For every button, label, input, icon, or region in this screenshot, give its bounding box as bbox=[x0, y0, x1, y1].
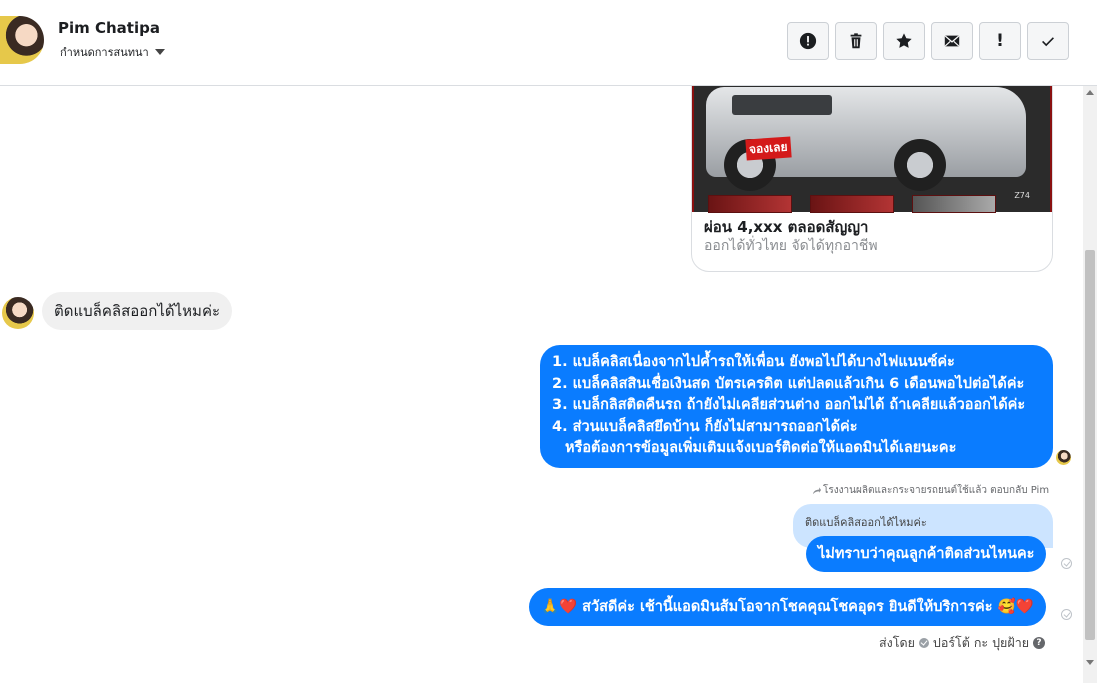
message-line: 4. ส่วนแบล็คลิสยึดบ้าน ก็ยังไม่สามารถออก… bbox=[552, 418, 858, 435]
trash-icon bbox=[850, 33, 862, 49]
scrollbar[interactable] bbox=[1083, 86, 1097, 683]
conversation-settings-label: กำหนดการสนทนา bbox=[60, 46, 149, 59]
reply-arrow-icon bbox=[812, 487, 821, 495]
ad-card-subtitle: ออกได้ทั่วไทย จัดได้ทุกอาชีพ bbox=[704, 238, 878, 254]
sender-avatar[interactable] bbox=[2, 297, 34, 329]
check-icon bbox=[1042, 37, 1054, 47]
conversation-toolbar: ! bbox=[787, 22, 1069, 60]
message-line: 1. แบล็คลิสเนื่องจากไปค้ำรถให้เพื่อน ยัง… bbox=[552, 354, 955, 370]
spam-button[interactable] bbox=[787, 22, 829, 60]
star-button[interactable] bbox=[883, 22, 925, 60]
truck-wheel bbox=[894, 139, 946, 191]
chevron-down-icon bbox=[154, 49, 165, 55]
sent-by-name: ปอร์โต้ กะ ปุยฝ้าย bbox=[932, 635, 1030, 650]
contact-name[interactable]: Pim Chatipa bbox=[58, 19, 160, 37]
delete-button[interactable] bbox=[835, 22, 877, 60]
verified-check-icon bbox=[918, 638, 929, 648]
mail-icon bbox=[944, 35, 960, 47]
conversation-header: Pim Chatipa กำหนดการสนทนา ! bbox=[0, 0, 1097, 86]
sent-check-icon bbox=[1061, 558, 1072, 569]
contact-avatar[interactable] bbox=[0, 16, 44, 64]
scroll-thumb[interactable] bbox=[1085, 250, 1095, 640]
message-line: 2. แบล็คลิสสินเชื่อเงินสด บัตรเครดิต แต่… bbox=[552, 375, 1025, 392]
image-tag: จองเลย bbox=[745, 136, 792, 161]
exclamation-icon: ! bbox=[996, 31, 1004, 51]
reply-meta-text: โรงงานผลิตและกระจายรถยนต์ใช้แล้ว ตอบกลับ… bbox=[823, 485, 1050, 496]
message-thread[interactable]: จองเลย Z74 ผ่อน 4,xxx ตลอดสัญญา ออกได้ทั… bbox=[0, 86, 1083, 683]
outgoing-reply-message[interactable]: ไม่ทราบว่าคุณลูกค้าติดส่วนไหนคะ bbox=[806, 536, 1047, 572]
help-icon[interactable]: ? bbox=[1033, 637, 1046, 649]
thumbnail bbox=[810, 195, 894, 213]
thumbnail bbox=[912, 195, 996, 213]
truck-grille bbox=[732, 95, 832, 115]
incoming-message[interactable]: ติดแบล็คลิสออกได้ไหมค่ะ bbox=[42, 292, 233, 330]
thumbnail bbox=[708, 195, 792, 213]
star-icon bbox=[896, 33, 912, 48]
seen-avatar bbox=[1056, 450, 1071, 465]
alert-circle-icon bbox=[799, 32, 817, 50]
follow-up-button[interactable]: ! bbox=[979, 22, 1021, 60]
message-line: 3. แบล็กลิสติดคืนรถ ถ้ายังไม่เคลียส่วนต่… bbox=[552, 397, 1026, 413]
sent-check-icon bbox=[1061, 609, 1072, 620]
image-thumbnails bbox=[708, 195, 996, 213]
outgoing-message[interactable]: 1. แบล็คลิสเนื่องจากไปค้ำรถให้เพื่อน ยัง… bbox=[540, 345, 1053, 468]
conversation-settings-dropdown[interactable]: กำหนดการสนทนา bbox=[60, 43, 165, 61]
sent-by-info: ส่งโดย ปอร์โต้ กะ ปุยฝ้าย ? bbox=[879, 633, 1046, 653]
scroll-down-icon[interactable] bbox=[1086, 660, 1094, 665]
mark-unread-button[interactable] bbox=[931, 22, 973, 60]
ad-card[interactable]: จองเลย Z74 ผ่อน 4,xxx ตลอดสัญญา ออกได้ทั… bbox=[691, 86, 1053, 272]
scroll-up-icon[interactable] bbox=[1086, 90, 1094, 95]
reply-meta: โรงงานผลิตและกระจายรถยนต์ใช้แล้ว ตอบกลับ… bbox=[812, 483, 1049, 498]
mark-done-button[interactable] bbox=[1027, 22, 1069, 60]
image-code: Z74 bbox=[1014, 191, 1030, 200]
sent-by-label: ส่งโดย bbox=[879, 635, 915, 650]
outgoing-greeting-message[interactable]: 🙏❤️ สวัสดีค่ะ เช้านี้แอดมินส้มโอจากโชคคุ… bbox=[529, 588, 1046, 626]
message-line: หรือต้องการข้อมูลเพิ่มเติมแจ้งเบอร์ติดต่… bbox=[565, 440, 957, 456]
ad-card-image: จองเลย Z74 bbox=[692, 86, 1052, 213]
